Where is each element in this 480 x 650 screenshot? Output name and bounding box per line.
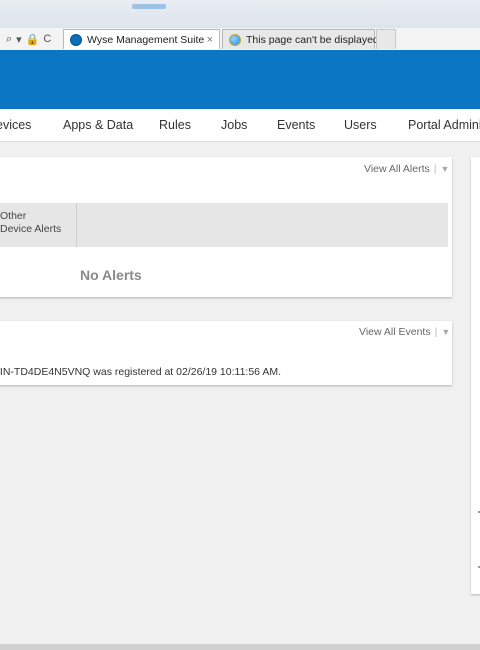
address-bar-tools: ⌕ ▾ 🔒 C: [6, 31, 51, 47]
tab-label: This page can't be displayed: [246, 33, 379, 46]
tab-label: Wyse Management Suite: [87, 33, 205, 46]
column-header-line2: Device Alerts: [0, 223, 62, 235]
window-titlebar: [0, 0, 480, 29]
view-all-events-link[interactable]: View All Events | ▼: [359, 326, 450, 338]
nav-users[interactable]: Users: [344, 109, 377, 141]
dropdown-icon[interactable]: ▾: [16, 33, 22, 46]
tab-page-cant-be-displayed[interactable]: This page can't be displayed: [222, 29, 379, 49]
column-header-line1: Other: [0, 210, 27, 222]
view-all-alerts-link[interactable]: View All Alerts | ▼: [364, 163, 449, 175]
refresh-icon[interactable]: C: [43, 33, 51, 45]
chevron-down-icon[interactable]: ▼: [441, 164, 450, 174]
ie-favicon-icon: [229, 33, 241, 46]
view-all-alerts-label[interactable]: View All Alerts: [364, 163, 430, 175]
no-alerts-message: No Alerts: [80, 267, 142, 283]
nav-events[interactable]: Events: [277, 109, 315, 141]
main-nav: evices Apps & Data Rules Jobs Events Use…: [0, 109, 480, 142]
lock-icon: 🔒: [25, 33, 40, 46]
tab-wyse-management-suite[interactable]: Wyse Management Suite ×: [63, 29, 220, 49]
chevron-down-icon[interactable]: ▼: [441, 327, 450, 337]
nav-devices[interactable]: evices: [0, 109, 31, 141]
alerts-column-header-band: [0, 203, 448, 247]
nav-portal-administration[interactable]: Portal Adminis: [408, 109, 480, 141]
link-separator: |: [434, 326, 438, 338]
nav-rules[interactable]: Rules: [159, 109, 191, 141]
window-bottom-border: [0, 644, 480, 650]
nav-jobs[interactable]: Jobs: [221, 109, 247, 141]
other-device-alerts-header: Other Device Alerts: [0, 203, 61, 236]
event-entry: /IN-TD4DE4N5VNQ was registered at 02/26/…: [0, 366, 282, 378]
alerts-panel: View All Alerts | ▼ Other Device Alerts No…: [0, 157, 452, 297]
nav-apps-data[interactable]: Apps & Data: [63, 109, 133, 141]
view-all-events-label[interactable]: View All Events: [359, 326, 431, 338]
column-divider: [76, 203, 77, 247]
events-panel: View All Events | ▼ /IN-TD4DE4N5VNQ was re…: [0, 321, 452, 385]
app-header-bar: [0, 50, 480, 109]
link-separator: |: [433, 163, 437, 175]
new-tab-button[interactable]: [376, 29, 396, 49]
wyse-favicon-icon: [70, 33, 82, 46]
right-side-panel: [471, 157, 480, 594]
close-tab-icon[interactable]: ×: [207, 34, 213, 46]
search-icon[interactable]: ⌕: [6, 33, 12, 46]
titlebar-accent: [132, 4, 166, 9]
